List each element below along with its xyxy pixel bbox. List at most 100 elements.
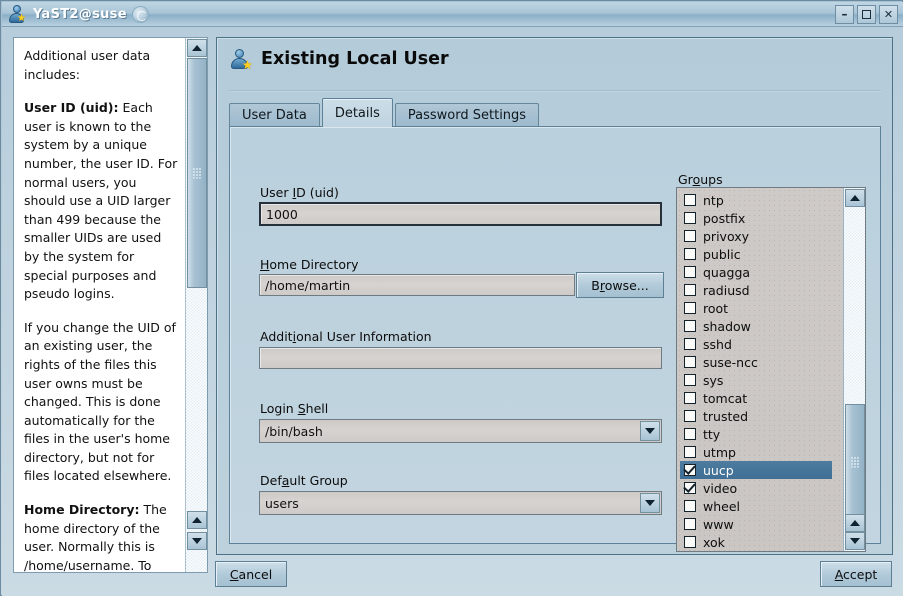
checkbox-icon[interactable] [684,302,696,314]
checkbox-icon[interactable] [684,320,696,332]
maximize-button[interactable] [857,5,876,24]
groups-scrollbar-thumb[interactable] [845,404,865,519]
help-scroll-up-button[interactable] [187,39,207,57]
group-row[interactable]: sshd [680,335,844,353]
checkbox-checked-icon[interactable] [684,464,696,476]
checkbox-icon[interactable] [684,266,696,278]
close-button[interactable]: ✕ [879,5,898,24]
checkbox-icon[interactable] [684,536,696,548]
group-row[interactable]: xok [680,533,844,551]
tab-user-data[interactable]: User Data [229,103,320,127]
details-dialog: ★ Existing Local User User Data Details … [216,37,893,555]
tab-details[interactable]: Details [321,98,393,127]
checkbox-checked-icon[interactable] [684,482,696,494]
group-row[interactable]: quagga [680,263,844,281]
checkbox-icon[interactable] [684,428,696,440]
checkbox-icon[interactable] [684,446,696,458]
yast-user-icon: ★ [8,5,26,24]
group-row[interactable]: postfix [680,209,844,227]
help-paragraph: Additional user data includes: [24,48,151,82]
group-row[interactable]: utmp [680,443,844,461]
group-name: utmp [703,444,736,460]
groups-list[interactable]: ntp postfix privoxy public quagga radiusd root… [676,187,866,552]
group-name: public [703,246,741,262]
browse-button[interactable]: Browse... [576,272,664,298]
group-name: www [703,516,734,532]
groups-scroll-down-button[interactable] [845,532,865,550]
default-group-combobox[interactable]: users [259,491,662,515]
checkbox-icon[interactable] [684,248,696,260]
groups-label: Groups [678,172,723,187]
checkbox-icon[interactable] [684,212,696,224]
cancel-button[interactable]: Cancel [215,561,287,587]
help-term: User ID (uid): [24,100,119,116]
groups-list-items: ntp postfix privoxy public quagga radiusd root… [677,188,844,551]
checkbox-icon[interactable] [684,374,696,386]
checkbox-icon[interactable] [684,500,696,512]
group-row[interactable]: tomcat [680,389,844,407]
home-directory-label: Home Directory [260,257,359,272]
tab-bar: User Data Details Password Settings [229,98,881,127]
group-row[interactable]: wheel [680,497,844,515]
group-row[interactable]: root [680,299,844,317]
header-divider [229,90,881,92]
group-row[interactable]: public [680,245,844,263]
login-shell-label: Login Shell [260,401,329,416]
tab-label: User Data [242,108,307,123]
login-shell-combobox[interactable]: /bin/bash [259,419,662,443]
groups-scroll-up-button-bottom[interactable] [845,514,865,532]
group-name: quagga [703,264,751,280]
tab-password-settings[interactable]: Password Settings [394,103,540,127]
dialog-button-bar: Cancel Accept [2,554,903,596]
uid-input[interactable]: 1000 [259,202,662,226]
group-name: shadow [703,318,751,334]
window-title: YaST2@suse [33,6,127,22]
minimize-button[interactable]: – [835,5,854,24]
help-scrollbar[interactable] [185,38,207,572]
group-name: wheel [703,498,740,514]
group-name: suse-ncc [703,354,758,370]
help-scrollbar-thumb[interactable] [187,58,207,288]
help-scroll-down-button[interactable] [187,532,207,550]
group-name: postfix [703,210,746,226]
group-row[interactable]: sys [680,371,844,389]
checkbox-icon[interactable] [684,230,696,242]
group-row[interactable]: radiusd [680,281,844,299]
group-row[interactable]: www [680,515,844,533]
minimize-icon: – [841,7,848,21]
accept-button[interactable]: Accept [820,561,892,587]
help-paragraph: If you change the UID of an existing use… [24,319,176,484]
chevron-down-icon[interactable] [640,493,660,513]
checkbox-icon[interactable] [684,356,696,368]
additional-info-input[interactable] [259,347,662,369]
additional-info-label: Additional User Information [260,329,432,344]
chevron-down-icon[interactable] [640,421,660,441]
dialog-header: ★ Existing Local User [229,48,449,71]
checkbox-icon[interactable] [684,338,696,350]
groups-scrollbar[interactable] [843,188,865,551]
tab-label: Password Settings [407,108,527,123]
home-directory-input[interactable]: /home/martin [259,274,575,296]
checkbox-icon[interactable] [684,392,696,404]
group-row[interactable]: uucp [680,461,832,479]
group-name: radiusd [703,282,750,298]
group-row[interactable]: privoxy [680,227,844,245]
groups-scroll-up-button[interactable] [845,189,865,207]
checkbox-icon[interactable] [684,410,696,422]
checkbox-icon[interactable] [684,284,696,296]
checkbox-icon[interactable] [684,194,696,206]
group-row[interactable]: trusted [680,407,844,425]
help-panel: Additional user data includes: User ID (… [13,37,208,573]
suse-logo-icon [131,5,149,23]
help-scroll-up-button-bottom[interactable] [187,511,207,529]
default-group-value: users [265,495,299,511]
group-row[interactable]: ntp [680,191,844,209]
uid-value: 1000 [266,206,298,222]
group-row[interactable]: tty [680,425,844,443]
group-row[interactable]: shadow [680,317,844,335]
group-row[interactable]: video [680,479,844,497]
group-row[interactable]: suse-ncc [680,353,844,371]
group-name: ntp [703,192,724,208]
help-paragraph: User ID (uid): Each user is known to the… [24,100,178,302]
checkbox-icon[interactable] [684,518,696,530]
